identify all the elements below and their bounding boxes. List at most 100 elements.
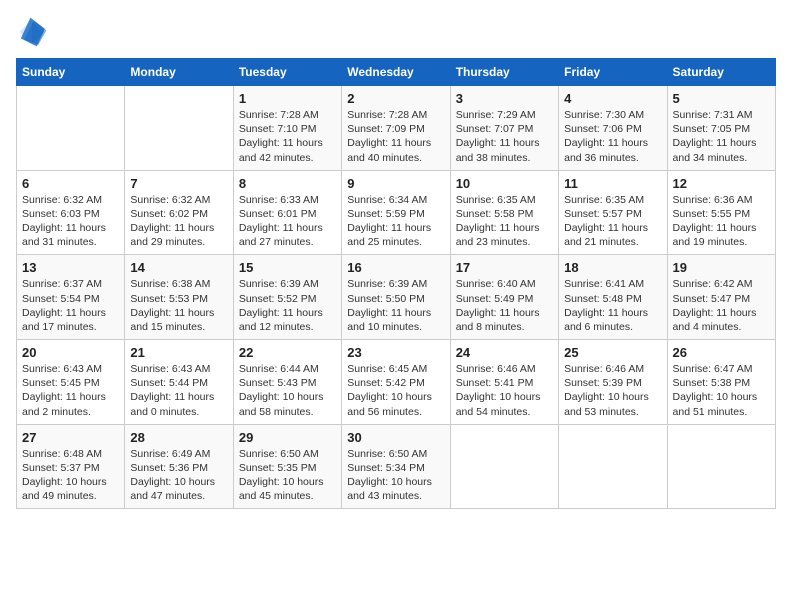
day-info: Sunrise: 6:45 AM Sunset: 5:42 PM Dayligh… [347, 362, 444, 419]
day-number: 14 [130, 260, 227, 275]
calendar-cell: 5 Sunrise: 7:31 AM Sunset: 7:05 PM Daylig… [667, 86, 775, 171]
day-info: Sunrise: 6:35 AM Sunset: 5:57 PM Dayligh… [564, 193, 661, 250]
day-info: Sunrise: 6:46 AM Sunset: 5:41 PM Dayligh… [456, 362, 553, 419]
calendar-cell: 18 Sunrise: 6:41 AM Sunset: 5:48 PM Dayli… [559, 255, 667, 340]
calendar-cell: 17Sunrise: 6:40 AM Sunset: 5:49 PM Dayli… [450, 255, 558, 340]
calendar-cell: 4 Sunrise: 7:30 AM Sunset: 7:06 PM Daylig… [559, 86, 667, 171]
day-info: Sunrise: 6:36 AM Sunset: 5:55 PM Dayligh… [673, 193, 770, 250]
day-number: 17 [456, 260, 553, 275]
day-info: Sunrise: 7:29 AM Sunset: 7:07 PM Dayligh… [456, 108, 553, 165]
day-number: 4 [564, 91, 661, 106]
calendar-cell: 24 Sunrise: 6:46 AM Sunset: 5:41 PM Dayli… [450, 340, 558, 425]
day-info: Sunrise: 6:34 AM Sunset: 5:59 PM Dayligh… [347, 193, 444, 250]
calendar-week-5: 27Sunrise: 6:48 AM Sunset: 5:37 PM Dayli… [17, 424, 776, 509]
day-number: 8 [239, 176, 336, 191]
day-number: 2 [347, 91, 444, 106]
calendar-cell: 14 Sunrise: 6:38 AM Sunset: 5:53 PM Dayli… [125, 255, 233, 340]
calendar-cell: 3 Sunrise: 7:29 AM Sunset: 7:07 PM Daylig… [450, 86, 558, 171]
day-number: 15 [239, 260, 336, 275]
column-header-wednesday: Wednesday [342, 59, 450, 86]
calendar-week-2: 6 Sunrise: 6:32 AM Sunset: 6:03 PM Daylig… [17, 170, 776, 255]
page-header [16, 16, 776, 48]
day-info: Sunrise: 6:50 AM Sunset: 5:35 PM Dayligh… [239, 447, 336, 504]
calendar-cell: 9 Sunrise: 6:34 AM Sunset: 5:59 PM Daylig… [342, 170, 450, 255]
day-info: Sunrise: 6:35 AM Sunset: 5:58 PM Dayligh… [456, 193, 553, 250]
calendar-week-1: 1 Sunrise: 7:28 AM Sunset: 7:10 PM Daylig… [17, 86, 776, 171]
logo-icon [16, 16, 48, 48]
day-info: Sunrise: 7:30 AM Sunset: 7:06 PM Dayligh… [564, 108, 661, 165]
calendar-cell: 19 Sunrise: 6:42 AM Sunset: 5:47 PM Dayli… [667, 255, 775, 340]
day-number: 9 [347, 176, 444, 191]
day-number: 18 [564, 260, 661, 275]
day-info: Sunrise: 6:39 AM Sunset: 5:50 PM Dayligh… [347, 277, 444, 334]
day-info: Sunrise: 6:46 AM Sunset: 5:39 PM Dayligh… [564, 362, 661, 419]
calendar-cell: 23Sunrise: 6:45 AM Sunset: 5:42 PM Dayli… [342, 340, 450, 425]
day-info: Sunrise: 6:38 AM Sunset: 5:53 PM Dayligh… [130, 277, 227, 334]
calendar-cell: 22Sunrise: 6:44 AM Sunset: 5:43 PM Dayli… [233, 340, 341, 425]
day-number: 21 [130, 345, 227, 360]
day-number: 25 [564, 345, 661, 360]
day-info: Sunrise: 7:28 AM Sunset: 7:10 PM Dayligh… [239, 108, 336, 165]
day-number: 3 [456, 91, 553, 106]
column-header-tuesday: Tuesday [233, 59, 341, 86]
calendar-cell: 15 Sunrise: 6:39 AM Sunset: 5:52 PM Dayli… [233, 255, 341, 340]
column-header-saturday: Saturday [667, 59, 775, 86]
day-info: Sunrise: 6:32 AM Sunset: 6:03 PM Dayligh… [22, 193, 119, 250]
day-info: Sunrise: 7:31 AM Sunset: 7:05 PM Dayligh… [673, 108, 770, 165]
calendar-cell: 8 Sunrise: 6:33 AM Sunset: 6:01 PM Daylig… [233, 170, 341, 255]
day-info: Sunrise: 6:32 AM Sunset: 6:02 PM Dayligh… [130, 193, 227, 250]
calendar-cell: 1 Sunrise: 7:28 AM Sunset: 7:10 PM Daylig… [233, 86, 341, 171]
calendar-cell: 13 Sunrise: 6:37 AM Sunset: 5:54 PM Dayli… [17, 255, 125, 340]
day-number: 24 [456, 345, 553, 360]
calendar-cell: 25 Sunrise: 6:46 AM Sunset: 5:39 PM Dayli… [559, 340, 667, 425]
day-info: Sunrise: 7:28 AM Sunset: 7:09 PM Dayligh… [347, 108, 444, 165]
day-number: 29 [239, 430, 336, 445]
column-header-friday: Friday [559, 59, 667, 86]
day-info: Sunrise: 6:33 AM Sunset: 6:01 PM Dayligh… [239, 193, 336, 250]
calendar-cell [17, 86, 125, 171]
calendar-cell: 6 Sunrise: 6:32 AM Sunset: 6:03 PM Daylig… [17, 170, 125, 255]
day-number: 5 [673, 91, 770, 106]
day-info: Sunrise: 6:43 AM Sunset: 5:44 PM Dayligh… [130, 362, 227, 419]
calendar-cell [559, 424, 667, 509]
calendar-header: SundayMondayTuesdayWednesdayThursdayFrid… [17, 59, 776, 86]
calendar-week-3: 13 Sunrise: 6:37 AM Sunset: 5:54 PM Dayli… [17, 255, 776, 340]
day-info: Sunrise: 6:41 AM Sunset: 5:48 PM Dayligh… [564, 277, 661, 334]
day-number: 20 [22, 345, 119, 360]
calendar-cell: 26Sunrise: 6:47 AM Sunset: 5:38 PM Dayli… [667, 340, 775, 425]
calendar-cell: 10 Sunrise: 6:35 AM Sunset: 5:58 PM Dayli… [450, 170, 558, 255]
day-number: 11 [564, 176, 661, 191]
day-number: 27 [22, 430, 119, 445]
day-info: Sunrise: 6:43 AM Sunset: 5:45 PM Dayligh… [22, 362, 119, 419]
day-number: 13 [22, 260, 119, 275]
day-number: 28 [130, 430, 227, 445]
calendar-cell [667, 424, 775, 509]
day-number: 6 [22, 176, 119, 191]
day-info: Sunrise: 6:47 AM Sunset: 5:38 PM Dayligh… [673, 362, 770, 419]
calendar-cell: 28 Sunrise: 6:49 AM Sunset: 5:36 PM Dayli… [125, 424, 233, 509]
header-row: SundayMondayTuesdayWednesdayThursdayFrid… [17, 59, 776, 86]
day-number: 19 [673, 260, 770, 275]
calendar-body: 1 Sunrise: 7:28 AM Sunset: 7:10 PM Daylig… [17, 86, 776, 509]
day-info: Sunrise: 6:39 AM Sunset: 5:52 PM Dayligh… [239, 277, 336, 334]
calendar-table: SundayMondayTuesdayWednesdayThursdayFrid… [16, 58, 776, 509]
day-info: Sunrise: 6:42 AM Sunset: 5:47 PM Dayligh… [673, 277, 770, 334]
day-number: 10 [456, 176, 553, 191]
calendar-cell: 12 Sunrise: 6:36 AM Sunset: 5:55 PM Dayli… [667, 170, 775, 255]
calendar-cell: 7Sunrise: 6:32 AM Sunset: 6:02 PM Daylig… [125, 170, 233, 255]
day-info: Sunrise: 6:49 AM Sunset: 5:36 PM Dayligh… [130, 447, 227, 504]
day-number: 1 [239, 91, 336, 106]
calendar-cell: 16 Sunrise: 6:39 AM Sunset: 5:50 PM Dayli… [342, 255, 450, 340]
calendar-cell: 20 Sunrise: 6:43 AM Sunset: 5:45 PM Dayli… [17, 340, 125, 425]
column-header-thursday: Thursday [450, 59, 558, 86]
logo [16, 16, 52, 48]
calendar-cell: 29 Sunrise: 6:50 AM Sunset: 5:35 PM Dayli… [233, 424, 341, 509]
column-header-sunday: Sunday [17, 59, 125, 86]
calendar-cell: 27Sunrise: 6:48 AM Sunset: 5:37 PM Dayli… [17, 424, 125, 509]
calendar-week-4: 20 Sunrise: 6:43 AM Sunset: 5:45 PM Dayli… [17, 340, 776, 425]
day-number: 16 [347, 260, 444, 275]
day-number: 12 [673, 176, 770, 191]
day-number: 30 [347, 430, 444, 445]
calendar-cell: 30Sunrise: 6:50 AM Sunset: 5:34 PM Dayli… [342, 424, 450, 509]
day-info: Sunrise: 6:37 AM Sunset: 5:54 PM Dayligh… [22, 277, 119, 334]
